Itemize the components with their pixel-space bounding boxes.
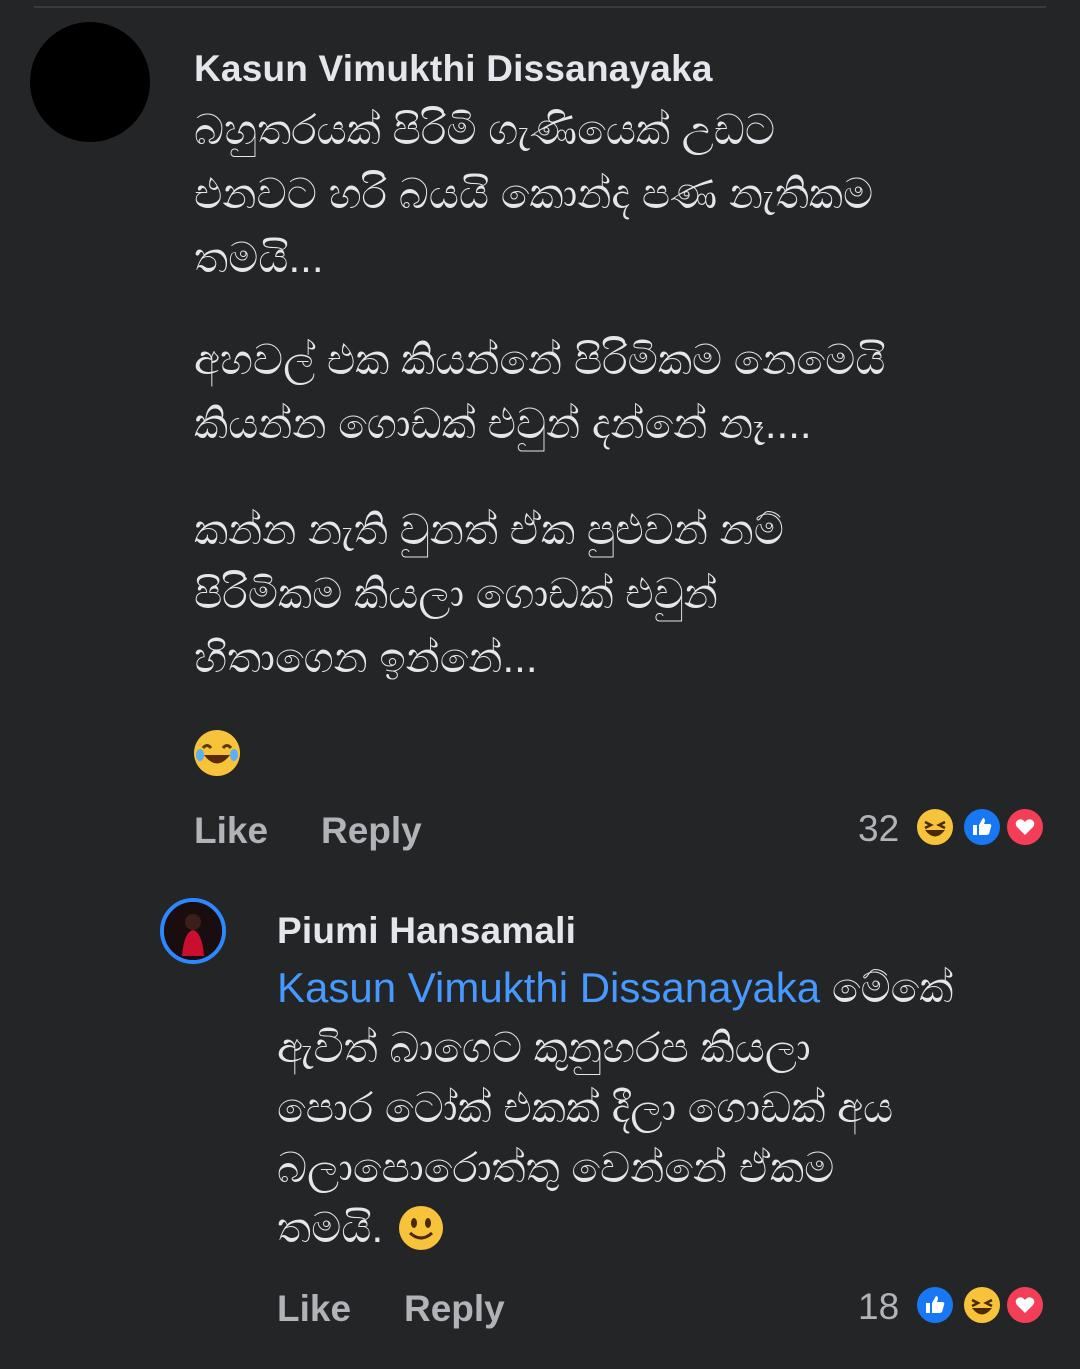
like-icon[interactable]	[914, 1284, 956, 1326]
love-icon[interactable]	[1004, 1284, 1046, 1326]
comment-paragraph-2: අහවල් එක කියන්නේ පිරිමිකම නෙමෙයි කියන්න …	[194, 336, 886, 447]
comment-author-name[interactable]: Kasun Vimukthi Dissanayaka	[194, 48, 713, 90]
reply-text: Kasun Vimukthi Dissanayaka මේකේ ඇවිත් බා…	[277, 958, 1037, 1258]
reply-author-name[interactable]: Piumi Hansamali	[277, 910, 576, 952]
comment-paragraph-3: කන්න නැති වුනත් ඒක පුළුවන් නම් පිරිමිකම …	[194, 506, 784, 681]
laughing-tears-emoji-icon	[194, 730, 240, 776]
haha-icon[interactable]	[914, 806, 956, 848]
reply-reaction-count[interactable]: 18	[858, 1286, 899, 1328]
comment-like-button[interactable]: Like	[194, 810, 268, 852]
commenter-avatar[interactable]	[30, 22, 150, 142]
comment-reply-button[interactable]: Reply	[321, 810, 422, 852]
top-divider	[34, 6, 1046, 8]
love-icon[interactable]	[1004, 806, 1046, 848]
haha-icon[interactable]	[961, 1284, 1003, 1326]
like-icon[interactable]	[961, 806, 1003, 848]
comment-paragraph-1: බහුතරයක් පිරිමි ගැණියෙක් උඩට එනවට හරි බය…	[194, 106, 874, 281]
reply-like-button[interactable]: Like	[277, 1288, 351, 1330]
reply-author-avatar[interactable]	[160, 898, 226, 964]
reply-mention-link[interactable]: Kasun Vimukthi Dissanayaka	[277, 964, 820, 1011]
smiling-face-emoji-icon	[398, 1206, 443, 1250]
reply-reply-button[interactable]: Reply	[404, 1288, 505, 1330]
comment-reaction-count[interactable]: 32	[858, 808, 899, 850]
